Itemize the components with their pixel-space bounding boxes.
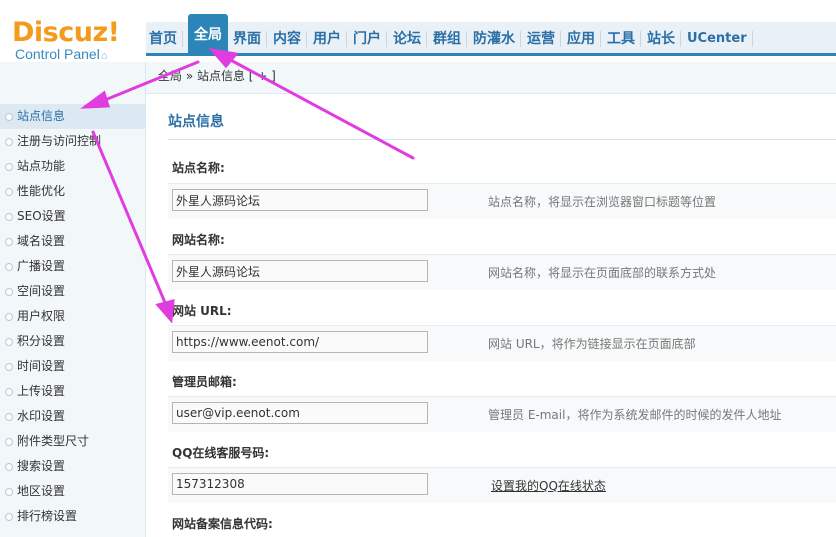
field-hint-web-url: 网站 URL，将作为链接显示在页面底部: [488, 337, 696, 351]
nav-item-groups[interactable]: 群组: [430, 22, 470, 56]
field-hint-web-name: 网站名称，将显示在页面底部的联系方式处: [488, 266, 717, 280]
sidebar-item-attachment-types[interactable]: 附件类型尺寸: [0, 429, 146, 454]
page-title: 站点信息: [168, 114, 224, 130]
sidebar-item-registration[interactable]: 注册与访问控制: [0, 129, 146, 154]
sidebar: 站点信息 注册与访问控制 站点功能 性能优化 SEO设置 域名设置 广播设置 空…: [0, 62, 146, 537]
sidebar-menu: 站点信息 注册与访问控制 站点功能 性能优化 SEO设置 域名设置 广播设置 空…: [0, 104, 146, 529]
nav-divider: [386, 31, 387, 47]
qq-input[interactable]: [172, 473, 428, 495]
nav-divider: [680, 31, 681, 47]
nav-item-operations[interactable]: 运营: [524, 22, 564, 56]
nav-label: 站长: [647, 31, 675, 47]
nav-item-tools[interactable]: 工具: [604, 22, 644, 56]
nav-label: 首页: [149, 31, 177, 47]
field-label-icp: 网站备案信息代码:: [172, 517, 273, 531]
field-label-admin-email: 管理员邮箱:: [172, 375, 237, 389]
sidebar-item-domain[interactable]: 域名设置: [0, 229, 146, 254]
sidebar-item-ranking[interactable]: 排行榜设置: [0, 504, 146, 529]
nav-item-global[interactable]: 全局: [188, 14, 228, 56]
sidebar-item-time[interactable]: 时间设置: [0, 354, 146, 379]
sidebar-item-credits[interactable]: 积分设置: [0, 329, 146, 354]
logo[interactable]: Discuz! Control Panel⌂: [12, 17, 120, 63]
nav-divider: [520, 31, 521, 47]
nav-item-interface[interactable]: 界面: [230, 22, 270, 56]
nav-divider: [600, 31, 601, 47]
nav-divider: [266, 31, 267, 47]
sidebar-item-permissions[interactable]: 用户权限: [0, 304, 146, 329]
main-content: 站点信息 站点名称: 站点名称，将显示在浏览器窗口标题等位置 网站名称: 网站名…: [146, 94, 836, 537]
sidebar-item-space[interactable]: 空间设置: [0, 279, 146, 304]
nav-item-webmaster[interactable]: 站长: [644, 22, 684, 56]
nav-item-home[interactable]: 首页: [146, 22, 186, 56]
nav-divider: [466, 31, 467, 47]
nav-label: UCenter: [687, 31, 747, 46]
nav-divider: [346, 31, 347, 47]
field-label-web-name: 网站名称:: [172, 233, 225, 247]
field-hint-site-name: 站点名称，将显示在浏览器窗口标题等位置: [488, 195, 717, 209]
nav-label: 运营: [527, 31, 555, 47]
sidebar-item-broadcast[interactable]: 广播设置: [0, 254, 146, 279]
nav-divider: [306, 31, 307, 47]
admin-email-input[interactable]: [172, 402, 428, 424]
nav-item-content[interactable]: 内容: [270, 22, 310, 56]
sidebar-item-upload[interactable]: 上传设置: [0, 379, 146, 404]
nav-label: 内容: [273, 31, 301, 47]
nav-item-portal[interactable]: 门户: [350, 22, 390, 56]
nav-divider: [182, 31, 183, 47]
nav-divider: [560, 31, 561, 47]
nav-item-users[interactable]: 用户: [310, 22, 350, 56]
site-name-input[interactable]: [172, 189, 428, 211]
web-name-input[interactable]: [172, 260, 428, 282]
logo-subtitle-text: Control Panel: [15, 46, 100, 62]
sidebar-item-watermark[interactable]: 水印设置: [0, 404, 146, 429]
sidebar-item-site-features[interactable]: 站点功能: [0, 154, 146, 179]
nav-label: 门户: [353, 31, 381, 47]
nav-label: 工具: [607, 31, 635, 47]
field-label-web-url: 网站 URL:: [172, 304, 232, 318]
sidebar-item-search[interactable]: 搜索设置: [0, 454, 146, 479]
nav-label: 防灌水: [473, 31, 515, 47]
breadcrumb: 全局 » 站点信息 [ + ]: [146, 62, 836, 94]
title-divider: [168, 139, 836, 140]
logo-subtitle: Control Panel⌂: [15, 46, 120, 62]
nav-label: 全局: [194, 27, 222, 43]
field-hint-admin-email: 管理员 E-mail，将作为系统发邮件的时候的发件人地址: [488, 408, 782, 422]
nav-label: 用户: [313, 31, 341, 47]
nav-label: 界面: [233, 31, 261, 47]
web-url-input[interactable]: [172, 331, 428, 353]
sidebar-item-performance[interactable]: 性能优化: [0, 179, 146, 204]
nav-divider: [640, 31, 641, 47]
field-label-site-name: 站点名称:: [172, 161, 225, 175]
home-icon[interactable]: ⌂: [101, 50, 108, 62]
top-nav: 首页 全局 界面 内容 用户 门户 论坛 群组 防灌水 运营 应用 工具 站长 …: [146, 14, 756, 56]
nav-divider: [751, 31, 753, 47]
logo-text: Discuz!: [12, 17, 120, 48]
nav-item-forum[interactable]: 论坛: [390, 22, 430, 56]
sidebar-item-site-info[interactable]: 站点信息: [0, 104, 146, 129]
nav-item-apps[interactable]: 应用: [564, 22, 604, 56]
qq-status-link[interactable]: 设置我的QQ在线状态: [491, 477, 606, 494]
sidebar-item-region[interactable]: 地区设置: [0, 479, 146, 504]
nav-item-antispam[interactable]: 防灌水: [470, 22, 524, 56]
nav-label: 论坛: [393, 31, 421, 47]
sidebar-item-seo[interactable]: SEO设置: [0, 204, 146, 229]
nav-label: 应用: [567, 31, 595, 47]
nav-item-ucenter[interactable]: UCenter: [684, 22, 756, 56]
nav-label: 群组: [433, 31, 461, 47]
nav-divider: [426, 31, 427, 47]
field-label-qq: QQ在线客服号码:: [172, 446, 270, 460]
